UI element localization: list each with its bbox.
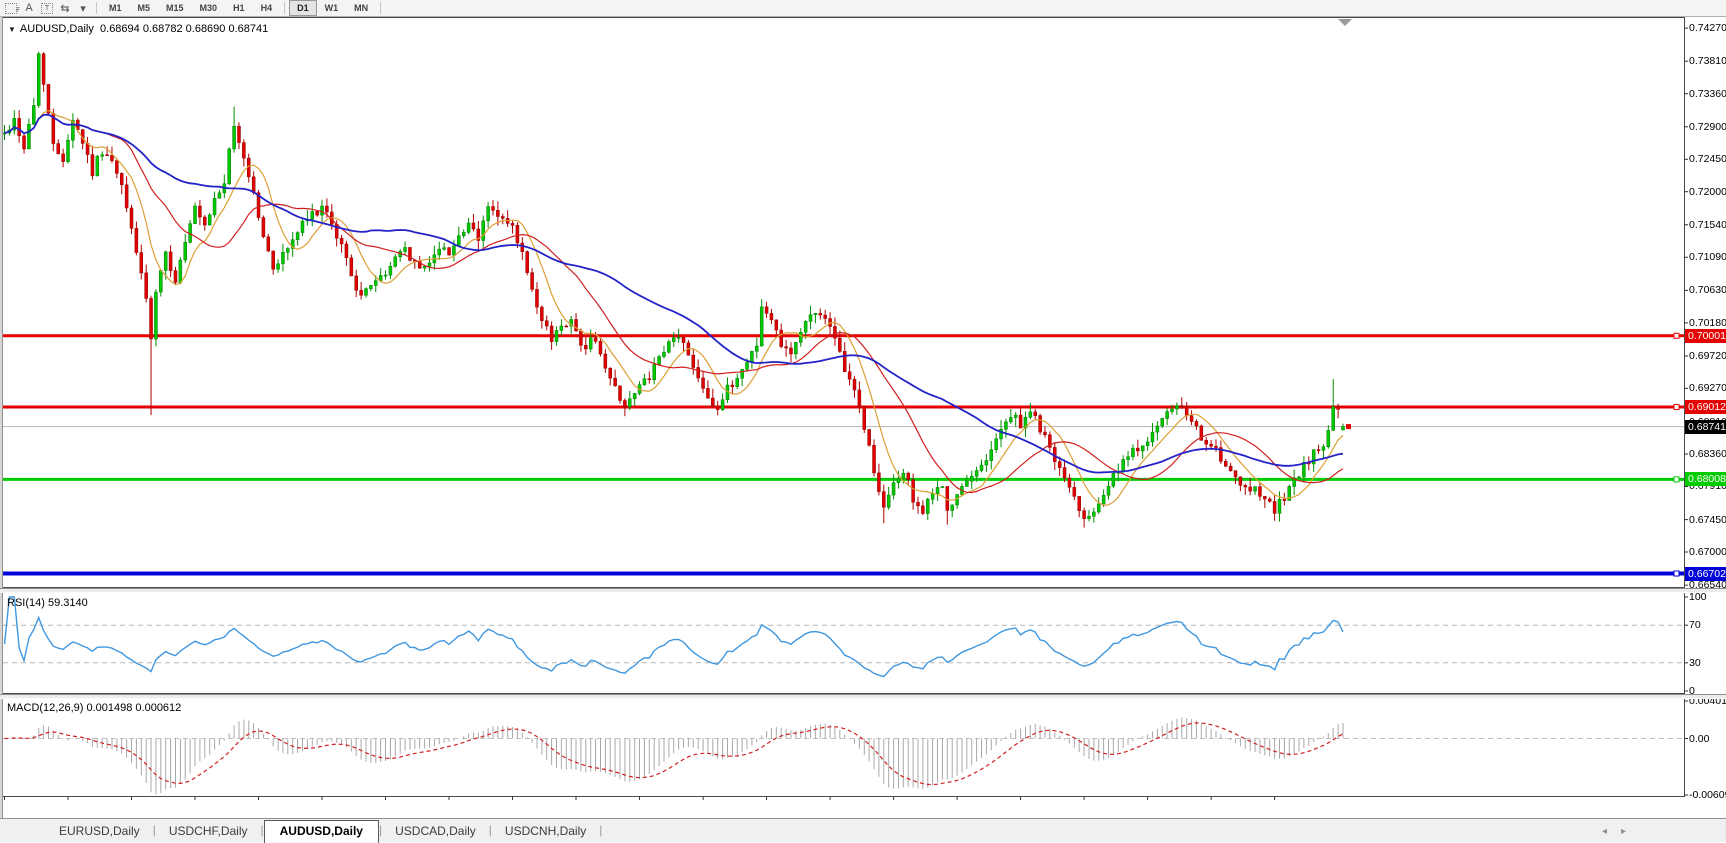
price-axis-tick: 0.67000 (1689, 546, 1726, 558)
rsi-axis-tick: 70 (1689, 619, 1701, 631)
price-axis-tick: 0.70180 (1689, 317, 1726, 329)
price-axis-tick: 0.72900 (1689, 121, 1726, 133)
price-axis-tick: 0.73360 (1689, 88, 1726, 100)
macd-indicator-label: MACD(12,26,9) 0.001498 0.000612 (7, 702, 181, 714)
level-price-label: 0.66702 (1685, 567, 1726, 581)
price-axis-tick: 0.70630 (1689, 284, 1726, 296)
price-axis-tick: 0.69720 (1689, 350, 1726, 362)
rsi-indicator-label: RSI(14) 59.3140 (7, 597, 88, 609)
price-axis-tick: 0.72450 (1689, 153, 1726, 165)
chart-ohlc-values: 0.68694 0.68782 0.68690 0.68741 (100, 23, 268, 35)
chart-tab-usdchf[interactable]: USDCHF,Daily (156, 821, 261, 842)
level-price-label: 0.69012 (1685, 400, 1726, 414)
chart-tab-usdcad[interactable]: USDCAD,Daily (382, 821, 489, 842)
chart-tab-eurusd[interactable]: EURUSD,Daily (46, 821, 153, 842)
price-axis-tick: 0.74270 (1689, 22, 1726, 34)
chart-tab-usdcnh[interactable]: USDCNH,Daily (492, 821, 599, 842)
tab-bar-grip (0, 819, 46, 842)
chart-tab-audusd[interactable]: AUDUSD,Daily (264, 820, 379, 843)
price-axis-tick: 0.71540 (1689, 219, 1726, 231)
symbol-caret-icon[interactable]: ▼ (8, 25, 16, 34)
tab-separator: | (599, 823, 602, 839)
tabs-scroll-left-icon[interactable]: ◂ (1602, 826, 1621, 837)
macd-axis-tick: 0.00 (1689, 733, 1709, 745)
pane-splitter[interactable] (0, 694, 1726, 699)
current-price-label: 0.68741 (1685, 420, 1726, 434)
chart-title: ▼ AUDUSD,Daily 0.68694 0.68782 0.68690 0.… (8, 23, 268, 35)
price-axis-tick: 0.67450 (1689, 514, 1726, 526)
rsi-axis-tick: 30 (1689, 657, 1701, 669)
pane-splitter[interactable] (0, 588, 1726, 593)
chart-canvas[interactable] (0, 0, 1726, 842)
level-price-label: 0.68008 (1685, 472, 1726, 486)
tabs-scroll-right-icon[interactable]: ▸ (1621, 826, 1640, 837)
price-axis-tick: 0.69270 (1689, 382, 1726, 394)
price-axis-tick: 0.72000 (1689, 186, 1726, 198)
chart-symbol-label: AUDUSD,Daily (20, 23, 94, 35)
chart-area[interactable]: ▼ AUDUSD,Daily 0.68694 0.68782 0.68690 0.… (0, 17, 1726, 819)
price-axis-tick: 0.68360 (1689, 448, 1726, 460)
price-axis-tick: 0.73810 (1689, 55, 1726, 67)
macd-axis-tick: -0.006090 (1689, 789, 1726, 801)
price-axis-tick: 0.71090 (1689, 251, 1726, 263)
level-price-label: 0.70001 (1685, 329, 1726, 343)
chart-tab-bar: EURUSD,Daily|USDCHF,Daily|AUDUSD,Daily|U… (0, 818, 1726, 842)
mt4-window: { "toolbar": { "icons": [ {"name":"data-… (0, 0, 1726, 842)
